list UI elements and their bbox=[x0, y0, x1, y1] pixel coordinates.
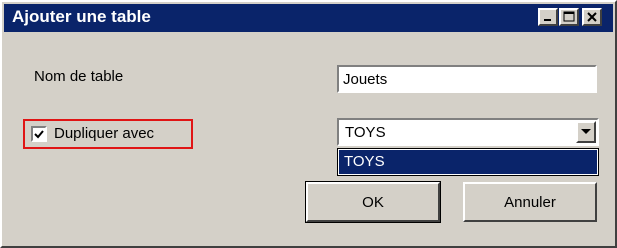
maximize-icon bbox=[563, 11, 575, 22]
table-name-label: Nom de table bbox=[34, 68, 124, 85]
dialog-window: Ajouter une table Nom de table Jouets Du… bbox=[0, 0, 617, 248]
chevron-down-icon bbox=[581, 129, 591, 134]
table-name-input[interactable]: Jouets bbox=[337, 65, 597, 93]
duplicate-label[interactable]: Dupliquer avec bbox=[54, 125, 154, 142]
minimize-button[interactable] bbox=[538, 8, 558, 26]
minimize-icon bbox=[544, 19, 551, 21]
dropdown-list: TOYS bbox=[337, 148, 599, 176]
ok-button[interactable]: OK bbox=[305, 181, 441, 223]
window-title: Ajouter une table bbox=[12, 7, 151, 26]
duplicate-source-select[interactable]: TOYS bbox=[337, 118, 599, 146]
checkmark-icon bbox=[34, 130, 44, 139]
close-icon bbox=[587, 12, 597, 22]
dropdown-button[interactable] bbox=[576, 121, 596, 143]
dropdown-option[interactable]: TOYS bbox=[339, 150, 597, 174]
duplicate-checkbox[interactable] bbox=[31, 126, 47, 142]
close-button[interactable] bbox=[582, 8, 602, 26]
duplicate-highlight: Dupliquer avec bbox=[23, 119, 193, 149]
select-value: TOYS bbox=[345, 124, 386, 141]
maximize-button[interactable] bbox=[559, 8, 579, 26]
title-bar[interactable]: Ajouter une table bbox=[4, 4, 613, 32]
cancel-button[interactable]: Annuler bbox=[463, 182, 597, 222]
